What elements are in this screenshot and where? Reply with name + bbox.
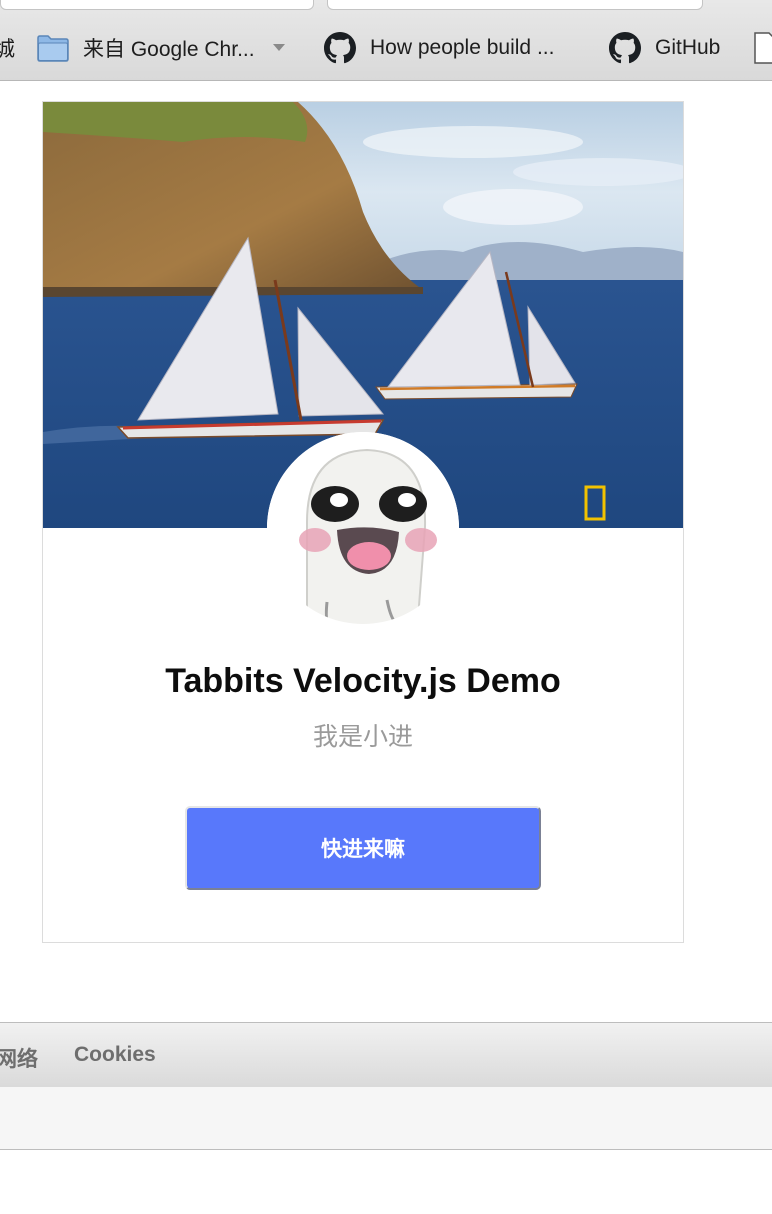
- github-icon: [609, 32, 641, 64]
- avatar: [267, 432, 459, 624]
- bookmark-document[interactable]: [754, 30, 772, 66]
- bookmarks-bar: 城 来自 Google Chr... How people build ... …: [0, 0, 772, 81]
- chevron-down-icon[interactable]: [272, 44, 285, 52]
- card-subtitle: 我是小进: [312, 723, 413, 751]
- card-title: Tabbits Velocity.js Demo: [165, 662, 561, 700]
- bookmark-github[interactable]: GitHub: [609, 30, 720, 66]
- folder-icon: [37, 35, 69, 62]
- github-icon: [324, 32, 356, 64]
- browser-field-right[interactable]: [327, 0, 703, 10]
- tab-cookies[interactable]: Cookies: [74, 1043, 156, 1067]
- bookmark-label: 城: [0, 38, 15, 61]
- tab-network[interactable]: 网络: [0, 1043, 38, 1073]
- bookmark-label: GitHub: [655, 36, 721, 59]
- browser-field-left[interactable]: [0, 0, 314, 10]
- profile-card: Tabbits Velocity.js Demo 我是小进 快进来嘛: [42, 101, 684, 943]
- bookmark-truncated[interactable]: 城: [0, 30, 15, 66]
- devtools-toolbar: [0, 1087, 772, 1150]
- bookmark-folder-google-chrome[interactable]: 来自 Google Chr...: [37, 30, 299, 66]
- document-icon: [754, 32, 772, 64]
- bookmark-how-people-build[interactable]: How people build ...: [324, 30, 554, 66]
- bookmark-label: 来自 Google Chr...: [83, 38, 255, 61]
- bookmark-label: How people build ...: [370, 36, 555, 59]
- enter-button[interactable]: 快进来嘛: [185, 806, 541, 890]
- cartoon-face-icon: [267, 432, 459, 624]
- devtools-tab-bar: 网络 Cookies: [0, 1022, 772, 1088]
